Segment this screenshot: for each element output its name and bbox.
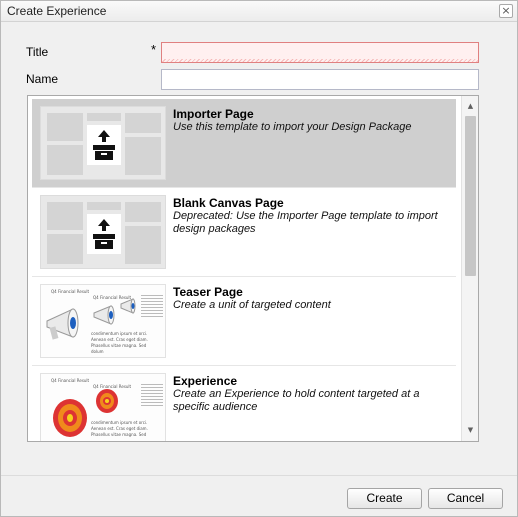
template-item-experience[interactable]: Q4 Financial Result Q4 Financial Result … xyxy=(32,366,456,441)
template-title: Experience xyxy=(173,374,238,388)
thumbnail-caption: Phasellus vitae magna. Sed xyxy=(91,432,147,437)
thumbnail-caption: Phasellus vitae magna. Sed xyxy=(91,343,147,348)
thumbnail-caption: condimentum ipsum et orci. xyxy=(91,420,148,425)
megaphone-icon xyxy=(93,305,115,325)
scroll-thumb[interactable] xyxy=(465,116,476,276)
name-label: Name xyxy=(26,72,59,86)
thumbnail-caption: Aenean est. Cras eget diam. xyxy=(91,337,148,342)
template-title: Blank Canvas Page xyxy=(173,196,284,210)
thumbnail-caption: condimentum ipsum et orci. xyxy=(91,331,148,336)
template-description: Create a unit of targeted content xyxy=(173,299,331,311)
template-item-teaser-page[interactable]: Q4 Financial Result Q4 Financial Result xyxy=(32,277,456,366)
dialog-title: Create Experience xyxy=(7,4,107,18)
name-input[interactable] xyxy=(161,69,479,90)
template-thumbnail xyxy=(40,195,166,269)
thumbnail-caption: dolum xyxy=(91,349,104,354)
create-button[interactable]: Create xyxy=(347,488,422,509)
required-marker: * xyxy=(151,42,157,57)
template-thumbnail xyxy=(40,106,166,180)
target-icon xyxy=(96,389,118,413)
template-description: Use this template to import your Design … xyxy=(173,121,412,133)
thumbnail-caption: Aenean est. Cras eget diam. xyxy=(91,426,148,431)
upload-box-icon xyxy=(93,130,115,160)
create-experience-dialog: Create Experience × Title * Name Importe… xyxy=(0,0,518,517)
scroll-down-arrow-icon[interactable]: ▼ xyxy=(466,426,475,435)
template-list[interactable]: Importer Page Use this template to impor… xyxy=(27,95,479,442)
template-title: Teaser Page xyxy=(173,285,243,299)
cancel-button[interactable]: Cancel xyxy=(428,488,503,509)
template-thumbnail: Q4 Financial Result Q4 Financial Result … xyxy=(40,373,166,441)
megaphone-icon xyxy=(120,298,136,314)
close-icon[interactable]: × xyxy=(499,4,513,18)
list-scrollbar[interactable]: ▲ ▼ xyxy=(461,96,478,441)
target-icon xyxy=(53,399,87,437)
scroll-up-arrow-icon[interactable]: ▲ xyxy=(466,102,475,111)
template-item-blank-canvas-page[interactable]: Blank Canvas Page Deprecated: Use the Im… xyxy=(32,188,456,277)
thumbnail-heading: Q4 Financial Result xyxy=(51,378,90,383)
title-label: Title xyxy=(26,45,49,59)
template-item-importer-page[interactable]: Importer Page Use this template to impor… xyxy=(32,99,456,188)
upload-box-icon xyxy=(93,219,115,249)
title-input[interactable] xyxy=(161,42,479,63)
dialog-titlebar[interactable]: Create Experience × xyxy=(1,1,517,22)
footer-divider xyxy=(1,475,517,476)
template-title: Importer Page xyxy=(173,107,254,121)
thumbnail-heading: Q4 Financial Result xyxy=(51,289,90,294)
megaphone-icon xyxy=(46,308,79,340)
template-thumbnail: Q4 Financial Result Q4 Financial Result xyxy=(40,284,166,358)
template-description: Create an Experience to hold content tar… xyxy=(173,388,420,413)
template-description: Deprecated: Use the Importer Page templa… xyxy=(173,210,438,235)
